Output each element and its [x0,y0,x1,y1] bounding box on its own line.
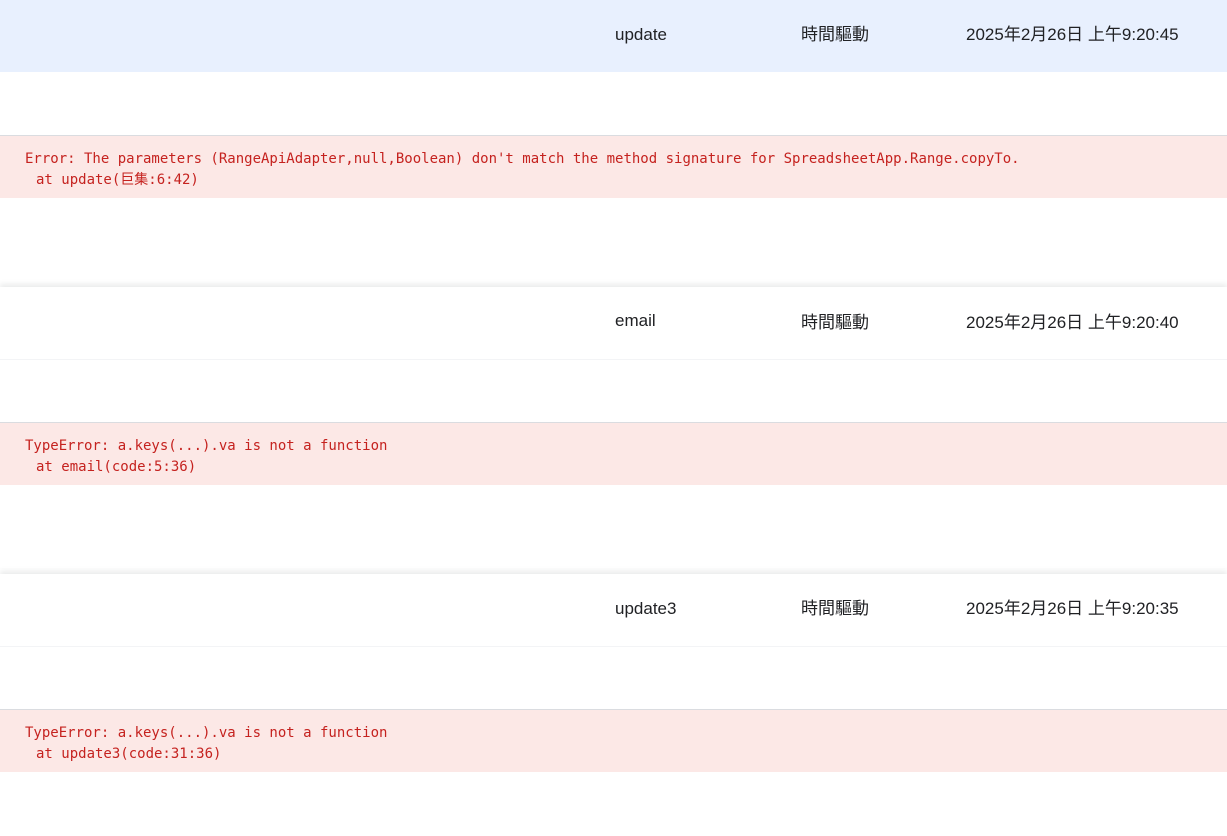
execution-item: update3 時間驅動 2025年2月26日 上午9:20:35 TypeEr… [0,574,1227,836]
error-stack: at email(code:5:36) [36,459,197,475]
error-log: TypeError: a.keys(...).va is not a funct… [0,422,1227,485]
error-log: TypeError: a.keys(...).va is not a funct… [0,709,1227,772]
execution-item: update 時間驅動 2025年2月26日 上午9:20:45 Error: … [0,0,1227,281]
error-message: Error: The parameters (RangeApiAdapter,n… [25,151,1020,167]
execution-row[interactable]: email 時間驅動 2025年2月26日 上午9:20:40 [0,287,1227,360]
error-log: Error: The parameters (RangeApiAdapter,n… [0,135,1227,198]
trigger-type: 時間驅動 [801,599,869,618]
start-time: 2025年2月26日 上午9:20:35 [966,599,1179,618]
trigger-type: 時間驅動 [801,25,869,44]
trigger-type: 時間驅動 [801,313,869,332]
executions-list: update 時間驅動 2025年2月26日 上午9:20:45 Error: … [0,0,1227,836]
execution-row-selected[interactable]: update 時間驅動 2025年2月26日 上午9:20:45 [0,0,1227,72]
function-name: email [615,311,656,330]
error-stack: at update(巨集:6:42) [36,172,199,188]
error-message: TypeError: a.keys(...).va is not a funct… [25,725,388,741]
start-time: 2025年2月26日 上午9:20:45 [966,25,1179,44]
error-message: TypeError: a.keys(...).va is not a funct… [25,438,388,454]
start-time: 2025年2月26日 上午9:20:40 [966,313,1179,332]
function-name: update [615,25,667,44]
error-stack: at update3(code:31:36) [36,746,222,762]
function-name: update3 [615,599,677,618]
execution-item: email 時間驅動 2025年2月26日 上午9:20:40 TypeErro… [0,287,1227,568]
execution-row[interactable]: update3 時間驅動 2025年2月26日 上午9:20:35 [0,574,1227,647]
